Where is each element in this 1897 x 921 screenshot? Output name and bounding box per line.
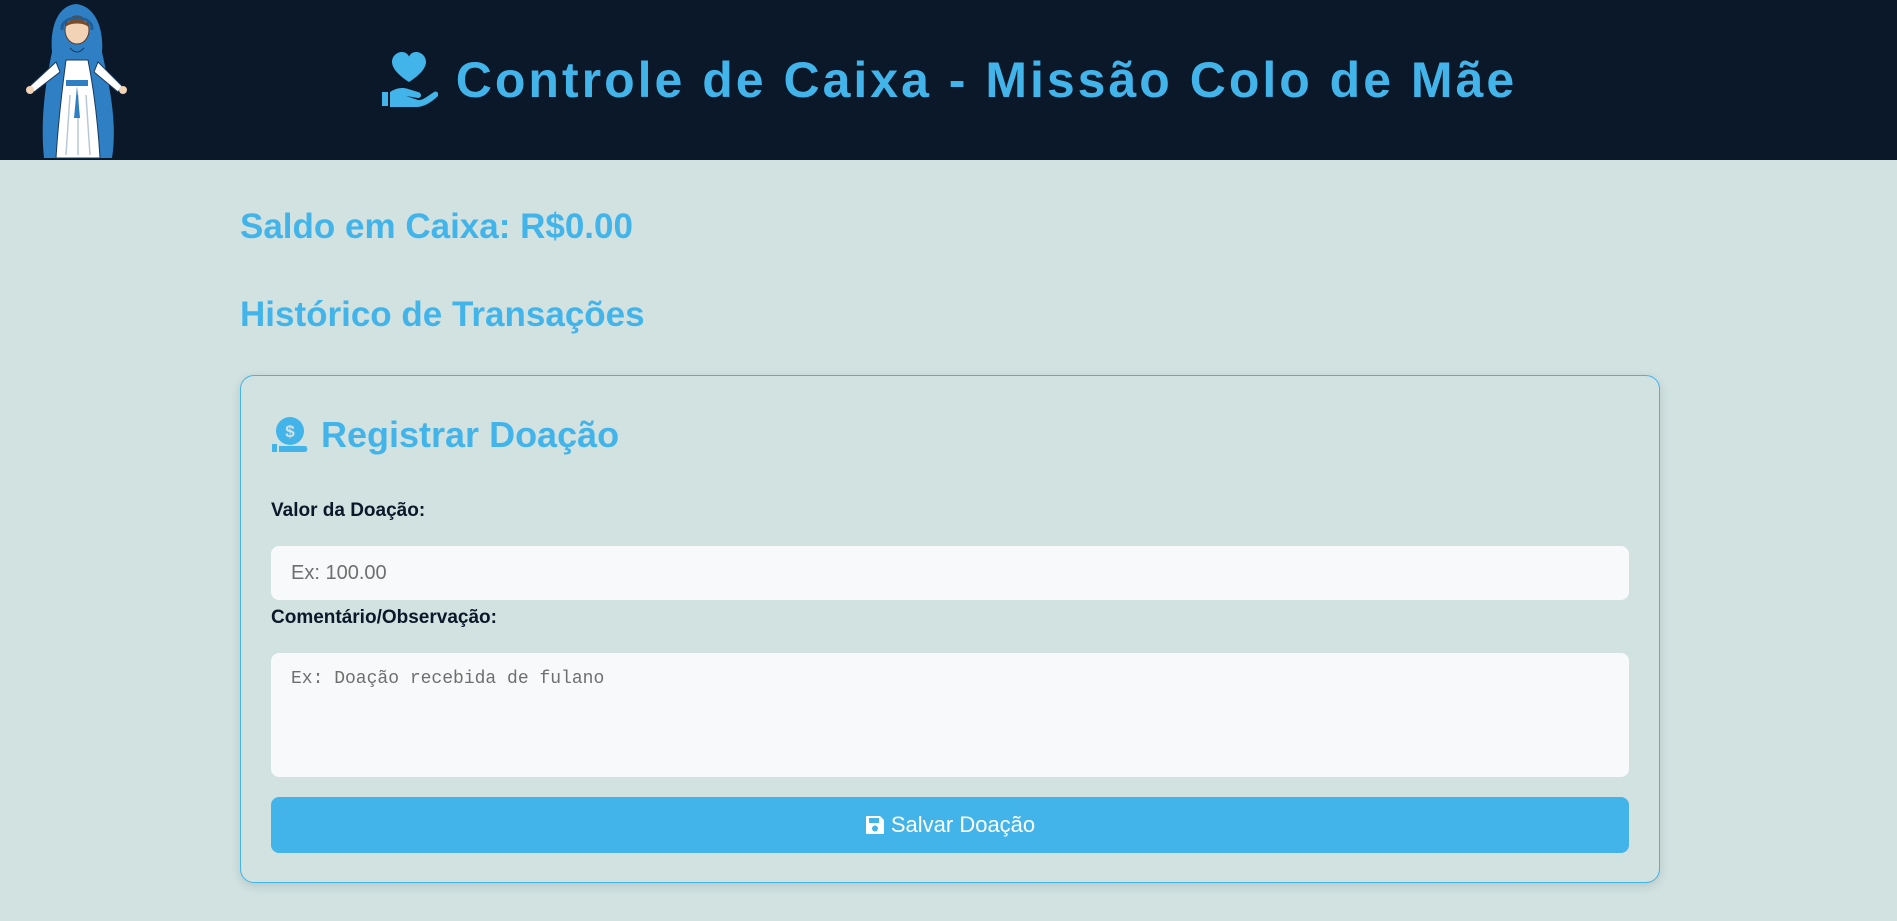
donation-form-title: $ Registrar Doação (271, 414, 619, 456)
comment-textarea[interactable] (271, 653, 1629, 777)
header-title-text: Controle de Caixa - Missão Colo de Mãe (455, 52, 1518, 108)
donation-value-label: Valor da Doação: (271, 500, 426, 521)
save-donation-button[interactable]: Salvar Doação (271, 797, 1629, 853)
cash-balance: Saldo em Caixa: R$0.00 (240, 207, 633, 246)
page-title: Controle de Caixa - Missão Colo de Mãe (0, 0, 1897, 160)
svg-text:$: $ (285, 422, 295, 441)
hand-holding-dollar-icon: $ (272, 417, 308, 452)
hand-holding-heart-icon (381, 52, 438, 107)
floppy-disk-icon (865, 816, 884, 834)
transaction-history-heading: Histórico de Transações (240, 295, 645, 334)
donation-form-title-text: Registrar Doação (321, 414, 620, 455)
save-donation-label: Salvar Doação (890, 812, 1036, 837)
donation-form-card: $ Registrar Doação Valor da Doação: Come… (240, 375, 1660, 883)
comment-label: Comentário/Observação: (271, 607, 497, 628)
donation-value-input[interactable] (271, 546, 1629, 600)
app-header: Controle de Caixa - Missão Colo de Mãe (0, 0, 1897, 160)
